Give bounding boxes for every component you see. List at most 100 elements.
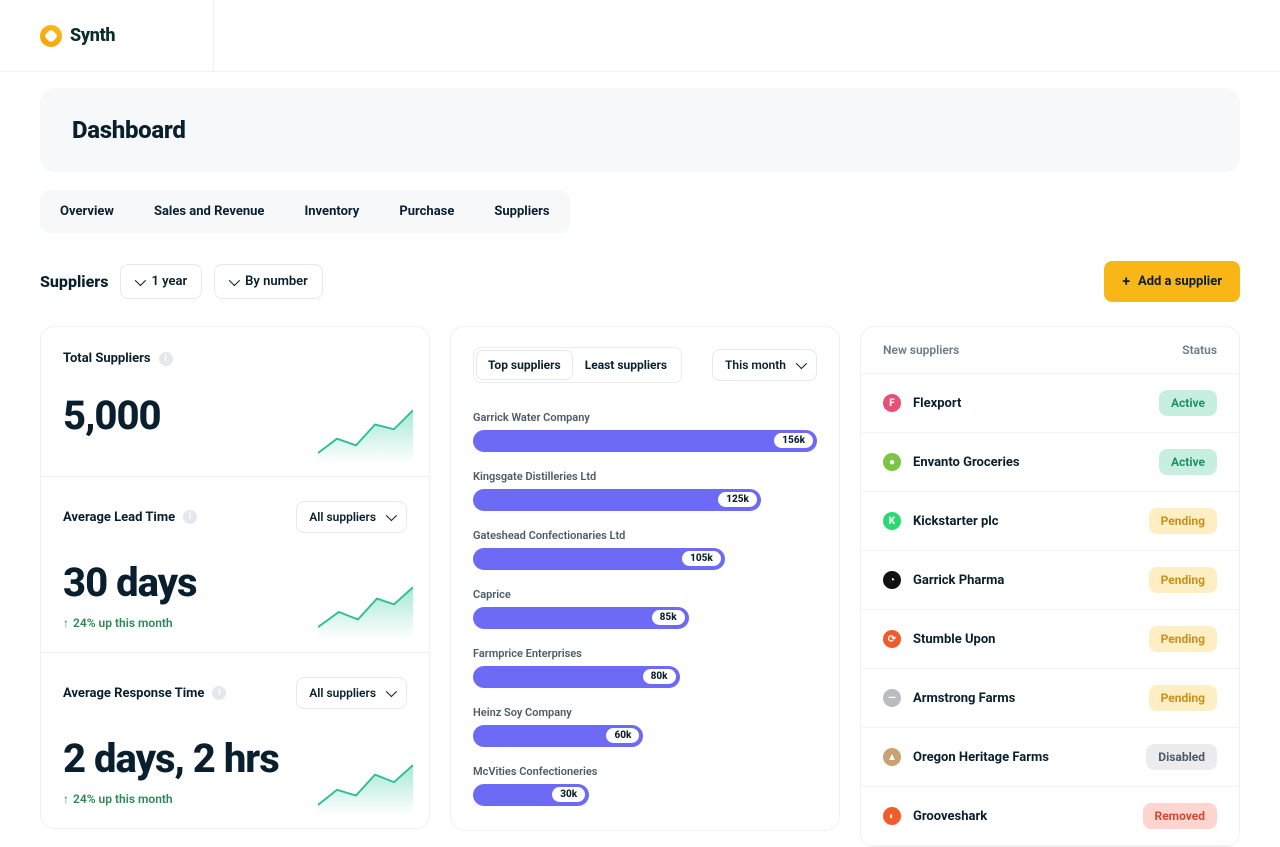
plus-icon: + [1122, 277, 1130, 287]
tab-purchase[interactable]: Purchase [379, 190, 474, 233]
chart-bar-fill: 85k [473, 607, 689, 629]
chart-bar-value: 85k [652, 610, 685, 625]
col-status: Status [1182, 343, 1217, 357]
supplier-row[interactable]: ◔ Garrick Pharma Pending [861, 551, 1239, 610]
range-select[interactable]: 1 year [120, 264, 202, 299]
lead-filter-select[interactable]: All suppliers [296, 501, 407, 533]
chart-bar-label: Heinz Soy Company [473, 706, 817, 719]
chart-bar-label: Farmprice Enterprises [473, 647, 817, 660]
sort-select-value: By number [245, 274, 308, 289]
supplier-row[interactable]: —Armstrong FarmsPending [861, 669, 1239, 728]
chart-bar-row: Kingsgate Distilleries Ltd 125k [473, 470, 817, 511]
status-badge: Pending [1149, 508, 1217, 534]
chevron-down-icon [796, 358, 807, 369]
tab-inventory[interactable]: Inventory [284, 190, 379, 233]
topbar: Synth [0, 0, 1280, 72]
chart-bar-value: 105k [682, 551, 721, 566]
tab-suppliers[interactable]: Suppliers [474, 190, 569, 233]
stat-avg-lead-time: Average Lead Time i All suppliers 30 day… [41, 477, 429, 653]
chart-bar-label: Garrick Water Company [473, 411, 817, 424]
resp-filter-value: All suppliers [309, 686, 376, 700]
supplier-row[interactable]: ● Envanto Groceries Active [861, 433, 1239, 492]
supplier-row[interactable]: KKickstarter plcPending [861, 492, 1239, 551]
filters-row: Suppliers 1 year By number + Add a suppl… [40, 261, 1240, 302]
resp-filter-select[interactable]: All suppliers [296, 677, 407, 709]
supplier-name: Armstrong Farms [913, 691, 1015, 706]
chart-bar-value: 60k [606, 728, 639, 743]
chart-range-select[interactable]: This month [712, 349, 817, 381]
info-icon[interactable]: i [183, 510, 197, 524]
arrow-up-icon: ↑ [63, 792, 69, 806]
chart-bars: Garrick Water Company 156k Kingsgate Disti… [473, 411, 817, 806]
brand-name: Synth [70, 25, 115, 46]
supplier-logo-icon: ◐ [883, 807, 901, 825]
supplier-logo-icon: ◔ [883, 571, 901, 589]
status-badge: Active [1159, 390, 1217, 416]
chart-bar-fill: 60k [473, 725, 643, 747]
seg-top-suppliers[interactable]: Top suppliers [476, 350, 573, 380]
chart-bar-fill: 80k [473, 666, 680, 688]
new-suppliers-list: New suppliers Status F Flexport Active ● Env… [860, 326, 1240, 847]
chart-bar-value: 80k [643, 669, 676, 684]
supplier-logo-icon: ⟳ [883, 630, 901, 648]
supplier-logo-icon: K [883, 512, 901, 530]
chevron-down-icon [135, 274, 146, 285]
supplier-logo-icon: F [883, 394, 901, 412]
supplier-name: Oregon Heritage Farms [913, 750, 1049, 765]
sparkline-icon [318, 756, 413, 816]
section-label: Suppliers [40, 272, 108, 291]
supplier-name: Stumble Upon [913, 632, 995, 647]
supplier-row[interactable]: ⟳Stumble UponPending [861, 610, 1239, 669]
chart-bar-fill: 30k [473, 784, 589, 806]
lead-filter-value: All suppliers [309, 510, 376, 524]
info-icon[interactable]: i [159, 352, 173, 366]
status-badge: Active [1159, 449, 1217, 475]
status-badge: Pending [1149, 567, 1217, 593]
chevron-down-icon [386, 510, 397, 521]
col-name: New suppliers [883, 343, 1182, 357]
add-supplier-label: Add a supplier [1138, 274, 1222, 289]
chart-bar-row: Garrick Water Company 156k [473, 411, 817, 452]
chart-bar-label: Gateshead Confectionaries Ltd [473, 529, 817, 542]
chart-bar-value: 30k [552, 787, 585, 802]
supplier-logo-icon: ▲ [883, 748, 901, 766]
supplier-row[interactable]: ▲ Oregon Heritage Farms Disabled [861, 728, 1239, 787]
supplier-row[interactable]: F Flexport Active [861, 374, 1239, 433]
supplier-name: Flexport [913, 396, 961, 411]
chart-bar-label: McVities Confectioneries [473, 765, 817, 778]
supplier-name: Envanto Groceries [913, 455, 1020, 470]
supplier-logo-icon: ● [883, 453, 901, 471]
chart-bar-value: 156k [774, 433, 813, 448]
dashboard-tabs: Overview Sales and Revenue Inventory Pur… [40, 190, 570, 233]
stat-avg-response-time: Average Response Time i All suppliers 2 … [41, 653, 429, 828]
chart-bar-fill: 125k [473, 489, 761, 511]
sort-select[interactable]: By number [214, 264, 323, 299]
add-supplier-button[interactable]: + Add a supplier [1104, 261, 1240, 302]
chart-bar-label: Kingsgate Distilleries Ltd [473, 470, 817, 483]
chart-bar-label: Caprice [473, 588, 817, 601]
sparkline-icon [318, 404, 413, 464]
chart-range-value: This month [725, 358, 786, 372]
status-badge: Disabled [1146, 744, 1217, 770]
tab-sales[interactable]: Sales and Revenue [134, 190, 285, 233]
supplier-name: Grooveshark [913, 809, 987, 824]
stat-title: Average Response Time [63, 686, 204, 701]
stat-title: Total Suppliers [63, 351, 151, 366]
seg-least-suppliers[interactable]: Least suppliers [573, 350, 679, 380]
stat-title: Average Lead Time [63, 510, 175, 525]
range-select-value: 1 year [151, 274, 187, 289]
chart-bar-value: 125k [718, 492, 757, 507]
chart-bar-row: Heinz Soy Company 60k [473, 706, 817, 747]
tab-overview[interactable]: Overview [40, 190, 134, 233]
status-badge: Removed [1143, 803, 1217, 829]
chevron-down-icon [386, 686, 397, 697]
chart-bar-row: Caprice 85k [473, 588, 817, 629]
chart-bar-row: McVities Confectioneries 30k [473, 765, 817, 806]
chart-bar-fill: 156k [473, 430, 817, 452]
chevron-down-icon [229, 274, 240, 285]
chart-segment-control: Top suppliers Least suppliers [473, 347, 682, 383]
brand-logo[interactable]: Synth [0, 0, 214, 72]
supplier-row[interactable]: ◐ Grooveshark Removed [861, 787, 1239, 846]
info-icon[interactable]: i [212, 686, 226, 700]
supplier-name: Garrick Pharma [913, 573, 1004, 588]
